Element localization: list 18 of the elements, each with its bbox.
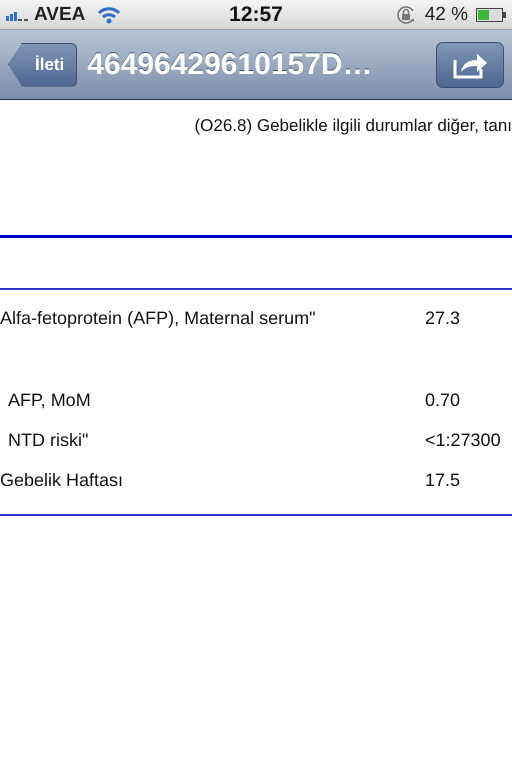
diagnosis-text: (O26.8) Gebelikle ilgili durumlar diğer, tanı: [194, 116, 512, 137]
wifi-icon: [97, 6, 122, 24]
result-label: Alfa-fetoprotein (AFP), Maternal serum": [0, 308, 317, 328]
result-label: AFP, MoM: [7, 390, 92, 410]
rotation-lock-icon: [394, 4, 417, 26]
carrier-name: AVEA: [34, 4, 86, 26]
battery-percent: 42 %: [424, 4, 468, 26]
result-value: <1:27300: [425, 430, 501, 450]
result-label: NTD riski": [7, 430, 90, 450]
clock-time: 12:57: [229, 2, 283, 26]
result-value: 0.70: [425, 390, 460, 410]
battery-icon: [476, 8, 506, 22]
result-value: 17.5: [425, 470, 460, 490]
back-button[interactable]: İleti: [8, 42, 78, 86]
share-button[interactable]: [436, 42, 504, 88]
result-label: Gebelik Haftası: [0, 470, 124, 490]
result-value: 27.3: [425, 308, 460, 328]
page-title: 46496429610157D…: [87, 48, 374, 82]
